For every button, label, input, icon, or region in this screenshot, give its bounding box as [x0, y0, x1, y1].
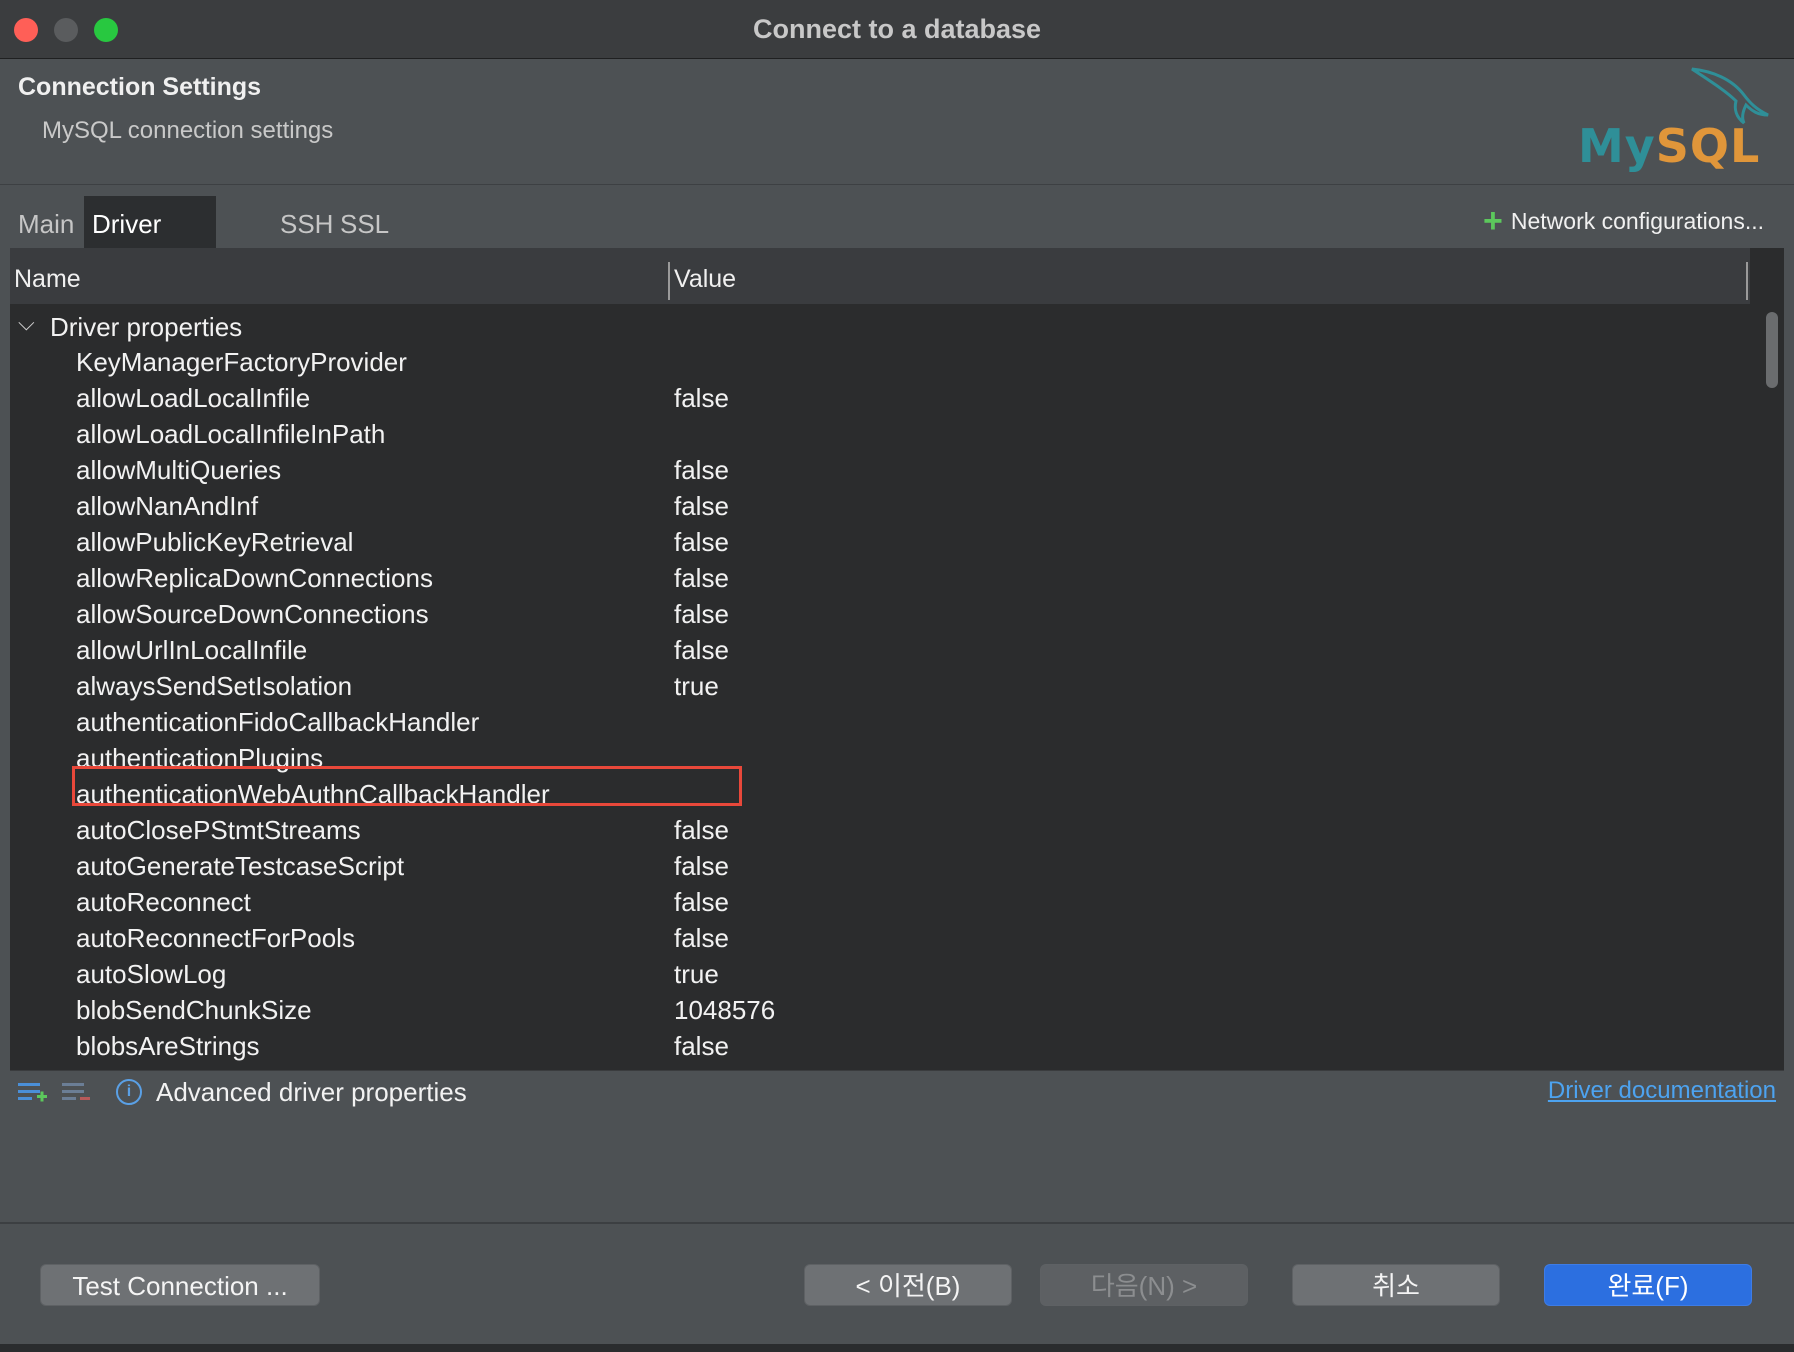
property-name: allowLoadLocalInfile — [76, 383, 311, 413]
page-subtitle: MySQL connection settings — [42, 117, 334, 144]
title-bar: Connect to a database — [0, 0, 1794, 59]
property-name: autoReconnectForPools — [76, 923, 355, 953]
finish-button[interactable]: 완료(F) — [1544, 1264, 1752, 1306]
window-title: Connect to a database — [752, 14, 1042, 44]
column-resize-handle[interactable] — [1746, 262, 1748, 300]
table-row-highlighted[interactable]: allowPublicKeyRetrieval false — [10, 524, 1750, 560]
mysql-logo: MySQL — [1570, 65, 1790, 175]
property-value[interactable]: false — [674, 380, 729, 416]
table-header: Name Value — [10, 248, 1750, 304]
test-connection-button[interactable]: Test Connection ... — [40, 1264, 320, 1306]
settings-header: Connection Settings MySQL connection set… — [0, 59, 1794, 185]
table-row[interactable]: allowLoadLocalInfileInPath — [10, 416, 1750, 452]
property-value[interactable]: false — [674, 596, 729, 632]
property-name: allowNanAndInf — [76, 491, 259, 521]
property-name: KeyManagerFactoryProvider — [76, 347, 407, 377]
table-row[interactable]: autoReconnect false — [10, 884, 1750, 920]
tab-main[interactable]: Main — [10, 196, 82, 248]
table-row[interactable]: blobsAreStrings false — [10, 1028, 1750, 1064]
table-row[interactable]: autoClosePStmtStreams false — [10, 812, 1750, 848]
column-header-value[interactable]: Value — [674, 248, 736, 304]
property-value[interactable]: false — [674, 488, 729, 524]
property-name: autoSlowLog — [76, 959, 227, 989]
connect-dialog: Connect to a database Connection Setting… — [0, 0, 1794, 1352]
group-driver-properties[interactable]: ⌵ Driver properties — [10, 306, 1750, 342]
previous-button[interactable]: < 이전(B) — [804, 1264, 1012, 1306]
property-name: autoGenerateTestcaseScript — [76, 851, 405, 881]
property-name: autoReconnect — [76, 887, 251, 917]
driver-properties-table: Name Value ⌵ Driver properties KeyManage… — [10, 248, 1784, 1070]
table-row[interactable]: allowReplicaDownConnections false — [10, 560, 1750, 596]
property-value[interactable]: false — [674, 452, 729, 488]
table-row[interactable]: allowNanAndInf false — [10, 488, 1750, 524]
property-name: allowMultiQueries — [76, 455, 282, 485]
chevron-down-icon[interactable]: ⌵ — [18, 310, 35, 336]
properties-toolbar: i Advanced driver properties Driver docu… — [10, 1070, 1784, 1115]
property-value[interactable]: true — [674, 956, 719, 992]
plus-icon: + — [1483, 202, 1503, 240]
property-name: authenticationWebAuthnCallbackHandler — [76, 779, 550, 809]
cancel-button[interactable]: 취소 — [1292, 1264, 1500, 1306]
property-name: allowLoadLocalInfileInPath — [76, 419, 386, 449]
footer-divider — [0, 1222, 1794, 1224]
mysql-logo-text: MySQL — [1578, 119, 1761, 173]
advanced-driver-properties-label: Advanced driver properties — [156, 1077, 467, 1107]
table-row[interactable]: alwaysSendSetIsolation true — [10, 668, 1750, 704]
property-value[interactable]: true — [674, 668, 719, 704]
property-value[interactable]: 1048576 — [674, 992, 775, 1028]
page-title: Connection Settings — [18, 73, 262, 101]
property-name: allowSourceDownConnections — [76, 599, 429, 629]
table-row[interactable]: autoSlowLog true — [10, 956, 1750, 992]
property-name: allowReplicaDownConnections — [76, 563, 433, 593]
table-row[interactable]: autoGenerateTestcaseScript false — [10, 848, 1750, 884]
property-value[interactable]: false — [674, 1028, 729, 1064]
info-icon: i — [116, 1079, 142, 1105]
next-button[interactable]: 다음(N) > — [1040, 1264, 1248, 1306]
property-name: authenticationFidoCallbackHandler — [76, 707, 480, 737]
table-row[interactable]: blobSendChunkSize 1048576 — [10, 992, 1750, 1028]
driver-documentation-link[interactable]: Driver documentation — [1548, 1077, 1776, 1105]
table-row[interactable]: allowLoadLocalInfile false — [10, 380, 1750, 416]
column-header-name[interactable]: Name — [14, 248, 81, 304]
tab-ssl[interactable]: SSL — [332, 196, 397, 248]
property-name: blobSendChunkSize — [76, 995, 312, 1025]
add-property-icon[interactable] — [16, 1077, 48, 1109]
tab-driver-properties[interactable]: Driver properties — [84, 196, 216, 295]
dolphin-icon — [1691, 67, 1769, 125]
remove-property-icon[interactable] — [60, 1077, 92, 1109]
table-row[interactable]: allowSourceDownConnections false — [10, 596, 1750, 632]
property-value[interactable]: false — [674, 920, 729, 956]
scrollbar-thumb[interactable] — [1766, 312, 1778, 388]
network-configurations-button[interactable]: + Network configurations... — [1483, 202, 1764, 240]
column-resize-handle[interactable] — [668, 262, 670, 300]
vertical-scrollbar[interactable] — [1758, 248, 1784, 1070]
network-configurations-label: Network configurations... — [1510, 207, 1764, 234]
property-value[interactable]: false — [674, 812, 729, 848]
property-value[interactable]: false — [674, 848, 729, 884]
property-name: allowUrlInLocalInfile — [76, 635, 308, 665]
table-row[interactable]: KeyManagerFactoryProvider — [10, 344, 1750, 380]
property-name: authenticationPlugins — [76, 743, 324, 773]
background-strip — [0, 1344, 1794, 1352]
property-value[interactable]: false — [674, 632, 729, 668]
table-row[interactable]: authenticationPlugins — [10, 740, 1750, 776]
table-body: ⌵ Driver properties KeyManagerFactoryPro… — [10, 306, 1750, 1070]
property-name: allowPublicKeyRetrieval — [76, 527, 354, 557]
table-row[interactable]: authenticationFidoCallbackHandler — [10, 704, 1750, 740]
property-name: alwaysSendSetIsolation — [76, 671, 353, 701]
table-row[interactable]: allowMultiQueries false — [10, 452, 1750, 488]
property-name: blobsAreStrings — [76, 1031, 260, 1061]
table-row[interactable]: autoReconnectForPools false — [10, 920, 1750, 956]
property-name: autoClosePStmtStreams — [76, 815, 361, 845]
property-value[interactable]: false — [674, 884, 729, 920]
table-row[interactable]: allowUrlInLocalInfile false — [10, 632, 1750, 668]
property-value[interactable]: false — [674, 560, 729, 596]
table-row[interactable]: authenticationWebAuthnCallbackHandler — [10, 776, 1750, 812]
group-label: Driver properties — [50, 312, 243, 342]
property-value[interactable]: false — [674, 524, 729, 560]
